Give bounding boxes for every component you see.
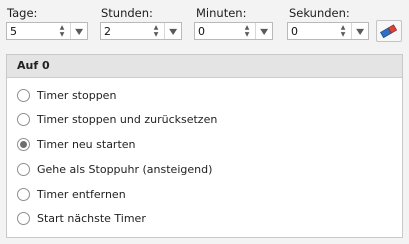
option-restart-timer[interactable]: Timer neu starten <box>17 136 136 152</box>
option-stop-timer[interactable]: Timer stoppen <box>17 87 116 103</box>
days-spin-edit[interactable]: 5 ▲ ▼ ▼ <box>6 22 88 40</box>
seconds-label: Sekunden: <box>289 6 350 20</box>
eraser-icon <box>380 24 398 38</box>
hours-label: Stunden: <box>101 6 153 20</box>
group-title: Auf 0 <box>7 55 402 78</box>
spin-up-icon[interactable]: ▲ <box>341 24 346 31</box>
seconds-dropdown-button[interactable]: ▼ <box>351 23 368 39</box>
seconds-spin-edit[interactable]: 0 ▲ ▼ ▼ <box>287 22 369 40</box>
option-label: Timer entfernen <box>37 187 126 201</box>
days-dropdown-button[interactable]: ▼ <box>70 23 87 39</box>
option-label: Gehe als Stoppuhr (ansteigend) <box>37 162 213 176</box>
chevron-down-icon: ▼ <box>168 26 178 36</box>
spin-down-icon[interactable]: ▼ <box>154 31 159 38</box>
radio-button[interactable] <box>17 162 30 176</box>
seconds-spin-buttons[interactable]: ▲ ▼ <box>336 23 350 39</box>
minutes-spin-buttons[interactable]: ▲ ▼ <box>240 23 254 39</box>
option-label: Start nächste Timer <box>37 211 146 225</box>
option-label: Timer stoppen <box>37 88 117 102</box>
spin-down-icon[interactable]: ▼ <box>245 31 250 38</box>
spin-up-icon[interactable]: ▲ <box>60 24 65 31</box>
hours-spin-edit[interactable]: 2 ▲ ▼ ▼ <box>100 22 182 40</box>
radio-button[interactable] <box>17 88 30 102</box>
minutes-dropdown-button[interactable]: ▼ <box>255 23 272 39</box>
option-remove-timer[interactable]: Timer entfernen <box>17 186 126 202</box>
option-stop-and-reset[interactable]: Timer stoppen und zurücksetzen <box>17 111 217 127</box>
radio-button-selected[interactable] <box>17 137 30 151</box>
seconds-value[interactable]: 0 <box>291 25 298 38</box>
spin-down-icon[interactable]: ▼ <box>341 31 346 38</box>
radio-button[interactable] <box>17 187 30 201</box>
on-zero-group: Auf 0 Timer stoppen Timer stoppen und zu… <box>6 54 403 238</box>
radio-dot-icon <box>20 140 27 148</box>
spin-up-icon[interactable]: ▲ <box>154 24 159 31</box>
days-spin-buttons[interactable]: ▲ ▼ <box>55 23 69 39</box>
spin-up-icon[interactable]: ▲ <box>245 24 250 31</box>
option-as-stopwatch[interactable]: Gehe als Stoppuhr (ansteigend) <box>17 161 212 177</box>
clear-button[interactable] <box>376 20 402 42</box>
chevron-down-icon: ▼ <box>259 26 269 36</box>
minutes-spin-edit[interactable]: 0 ▲ ▼ ▼ <box>194 22 273 40</box>
radio-button[interactable] <box>17 211 30 225</box>
days-label: Tage: <box>7 6 38 20</box>
minutes-label: Minuten: <box>196 6 247 20</box>
days-value[interactable]: 5 <box>10 25 17 38</box>
hours-value[interactable]: 2 <box>104 25 111 38</box>
spin-down-icon[interactable]: ▼ <box>60 31 65 38</box>
radio-button[interactable] <box>17 112 30 126</box>
option-label: Timer neu starten <box>37 137 136 151</box>
hours-spin-buttons[interactable]: ▲ ▼ <box>149 23 163 39</box>
chevron-down-icon: ▼ <box>355 26 365 36</box>
chevron-down-icon: ▼ <box>74 26 84 36</box>
minutes-value[interactable]: 0 <box>198 25 205 38</box>
hours-dropdown-button[interactable]: ▼ <box>164 23 181 39</box>
option-label: Timer stoppen und zurücksetzen <box>37 112 218 126</box>
option-start-next-timer[interactable]: Start nächste Timer <box>17 210 146 226</box>
